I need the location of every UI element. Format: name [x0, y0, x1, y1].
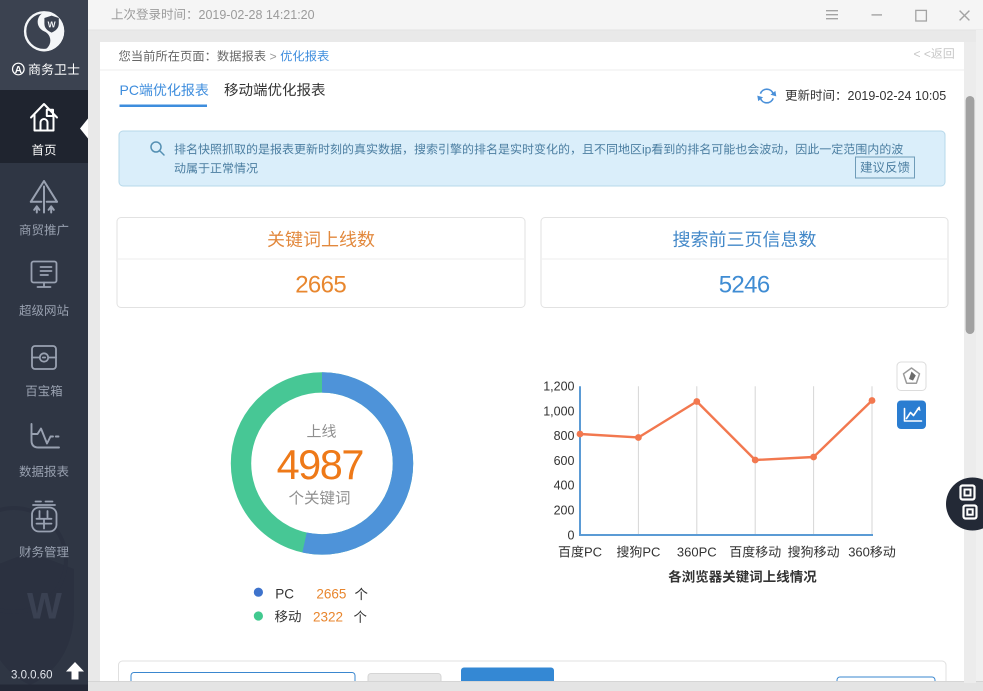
svg-text:5246: 5246: [719, 271, 770, 298]
svg-text:< <: < <: [914, 47, 931, 61]
svg-text:PC: PC: [642, 545, 660, 560]
svg-text:400: 400: [554, 479, 575, 493]
svg-text:360: 360: [848, 545, 870, 560]
svg-text:A: A: [15, 65, 22, 76]
svg-text:PC: PC: [120, 82, 139, 98]
svg-text:360PC: 360PC: [677, 545, 717, 560]
svg-text:ip: ip: [642, 143, 652, 157]
svg-text:2665: 2665: [316, 587, 346, 602]
svg-text:1,000: 1,000: [543, 404, 574, 418]
svg-text:PC: PC: [584, 545, 602, 560]
svg-text:2322: 2322: [313, 609, 343, 624]
svg-text:3.0.0.60: 3.0.0.60: [11, 670, 53, 682]
svg-text:PC: PC: [275, 587, 294, 602]
svg-text:0: 0: [568, 528, 575, 542]
svg-text:>: >: [270, 50, 277, 64]
svg-text:800: 800: [554, 429, 575, 443]
svg-text:200: 200: [554, 504, 575, 518]
svg-text:1,200: 1,200: [543, 380, 574, 394]
svg-text:2665: 2665: [295, 271, 346, 298]
svg-text:4987: 4987: [277, 441, 363, 488]
svg-text:2019-02-28 14:21:20: 2019-02-28 14:21:20: [199, 8, 315, 22]
svg-text:600: 600: [554, 454, 575, 468]
svg-text:2019-02-24 10:05: 2019-02-24 10:05: [848, 89, 947, 103]
